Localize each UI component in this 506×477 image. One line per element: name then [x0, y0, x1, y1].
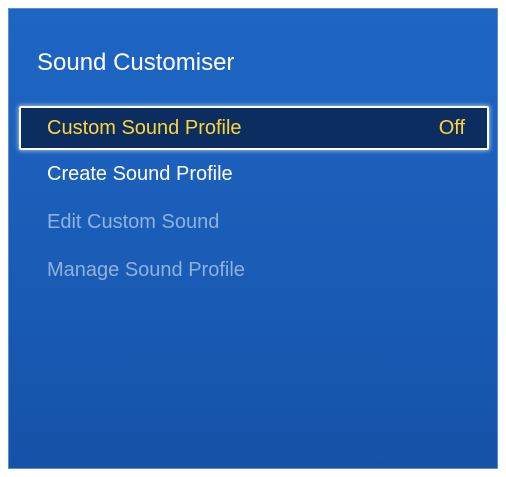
menu-item-custom-sound-profile[interactable]: Custom Sound Profile Off [19, 106, 489, 150]
menu-item-edit-custom-sound: Edit Custom Sound [19, 198, 489, 246]
panel-title: Sound Customiser [37, 49, 235, 76]
menu-item-label: Create Sound Profile [47, 162, 233, 185]
menu-item-value: Off [438, 116, 465, 139]
sound-menu: Custom Sound Profile Off Create Sound Pr… [19, 106, 489, 294]
sound-customiser-panel: Sound Customiser Custom Sound Profile Of… [8, 8, 498, 469]
menu-item-manage-sound-profile: Manage Sound Profile [19, 246, 489, 294]
menu-item-create-sound-profile[interactable]: Create Sound Profile [19, 150, 489, 198]
menu-item-label: Manage Sound Profile [47, 258, 245, 281]
menu-item-label: Edit Custom Sound [47, 210, 220, 233]
menu-item-label: Custom Sound Profile [47, 116, 242, 139]
